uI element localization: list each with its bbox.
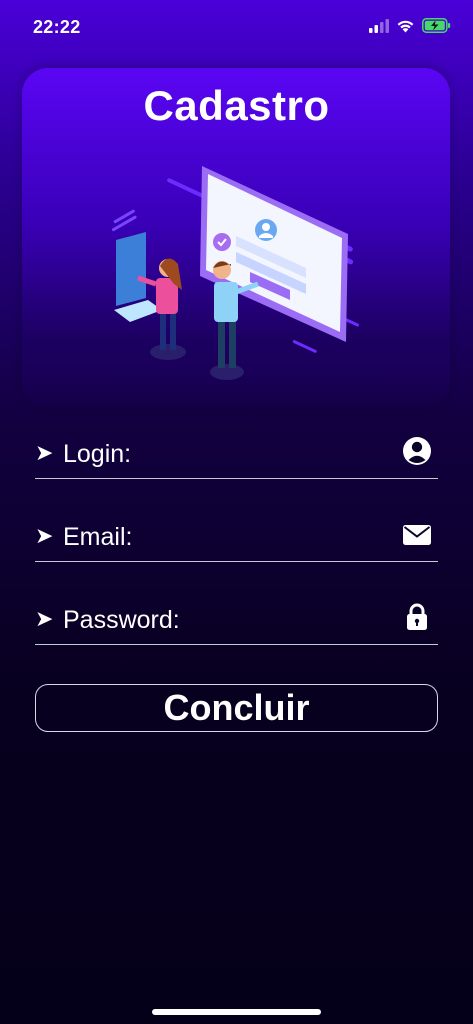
status-bar: 22:22 [0,0,473,58]
signup-illustration [111,166,359,380]
page-title: Cadastro [143,82,330,129]
login-field[interactable]: ➤ Login: [35,428,438,479]
envelope-icon [403,525,431,545]
wifi-icon [397,20,414,32]
battery-charging-icon [422,18,451,33]
arrow-icon: ➤ [35,523,54,548]
email-label: Email: [63,523,133,551]
password-label: Password: [63,606,180,634]
status-icons [369,18,451,33]
signal-icon [369,18,389,33]
arrow-icon: ➤ [35,606,54,631]
password-field[interactable]: ➤ Password: [35,594,438,645]
status-time: 22:22 [33,17,81,37]
home-indicator[interactable] [152,1009,321,1015]
user-circle-icon [403,437,431,465]
login-label: Login: [63,440,132,468]
lock-icon [407,603,427,630]
email-field[interactable]: ➤ Email: [35,511,438,562]
arrow-icon: ➤ [35,440,54,465]
concluir-button[interactable]: Concluir [35,684,438,732]
